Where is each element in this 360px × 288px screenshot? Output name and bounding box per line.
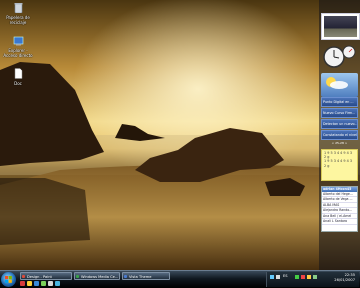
contacts-gadget[interactable]: adrian 4Hcon45 Alberto del Hege... Alber… [321,186,358,232]
contact-row[interactable]: Anali L Santoro [322,219,357,225]
media-center-icon [76,275,79,278]
note-line: 1 9 5 3 4 4 9 4 3 2 g [324,159,353,168]
slideshow-gadget[interactable] [321,13,360,40]
weather-gadget[interactable] [321,73,358,97]
windows-logo-icon [5,276,12,283]
taskbar-button-media-center[interactable]: Windows Media Ce... [74,272,120,280]
feed-pager[interactable]: < 25-28 > [321,141,358,146]
weather-icon [326,77,348,89]
feed-item[interactable]: Detectan un nuevo... [321,119,358,129]
security-icon[interactable] [301,275,305,279]
taskbar-button-label: Windows Media Ce... [81,275,119,279]
taskbar: Design - Paint Windows Media Ce... Vista… [0,270,360,288]
desktop-icon-explorer-shortcut[interactable]: Explorer - Acceso directo [1,36,35,58]
theme-icon [124,275,127,278]
clock[interactable]: 22:35 26/01/2007 [334,273,355,283]
paint-icon [22,275,25,278]
system-tray: ES 22:35 26/01/2007 [266,272,359,287]
quicklaunch-icon-5[interactable] [48,281,53,286]
feed-headlines-gadget[interactable]: Punto Digital en ... Nuevo Curso Firm...… [321,97,358,147]
quicklaunch-icon-3[interactable] [34,281,39,286]
quicklaunch-icon-6[interactable] [55,281,60,286]
slideshow-image [324,16,357,37]
clock-gadget[interactable] [321,44,358,70]
quicklaunch-icon-4[interactable] [41,281,46,286]
taskbar-button-vista-theme[interactable]: Vista Theme [122,272,170,280]
feed-item[interactable]: Constatando el nivel... [321,130,358,140]
feed-item[interactable]: Nuevo Curso Firm... [321,108,358,118]
desktop-icon-label: Explorer - Acceso directo [3,48,33,58]
explorer-shortcut-icon [1,36,35,47]
taskbar-button-paint[interactable]: Design - Paint [20,272,72,280]
taskbar-button-label: Design - Paint [27,275,52,279]
power-icon[interactable] [313,275,317,279]
language-indicator[interactable]: ES [283,274,288,278]
desktop-icon-label: Doc [14,81,22,86]
clock-date: 26/01/2007 [334,278,355,282]
notes-gadget[interactable]: 1 9 5 3 4 4 9 4 3 2 g 1 9 5 3 4 4 9 4 3 … [321,149,358,181]
messenger-icon[interactable] [295,275,299,279]
taskbar-button-label: Vista Theme [129,275,152,279]
document-icon [1,68,35,80]
quicklaunch-icon-1[interactable] [20,281,25,286]
desktop-icon-recycle-bin[interactable]: Papelera de reciclaje [1,2,35,25]
start-button[interactable] [1,272,16,287]
note-line: 1 9 5 3 4 4 9 4 3 2 g [324,151,353,160]
desktop-wallpaper [0,0,360,270]
clock-icon [323,45,356,68]
desktop-icon-document[interactable]: Doc [1,68,35,86]
update-icon[interactable] [307,275,311,279]
desktop-icon-label: Papelera de reciclaje [6,15,30,25]
feed-item[interactable]: Punto Digital en ... [321,97,358,107]
quicklaunch-icon-2[interactable] [27,281,32,286]
recycle-bin-icon [1,2,35,14]
network-icon[interactable] [270,275,274,279]
volume-icon[interactable] [276,275,280,279]
